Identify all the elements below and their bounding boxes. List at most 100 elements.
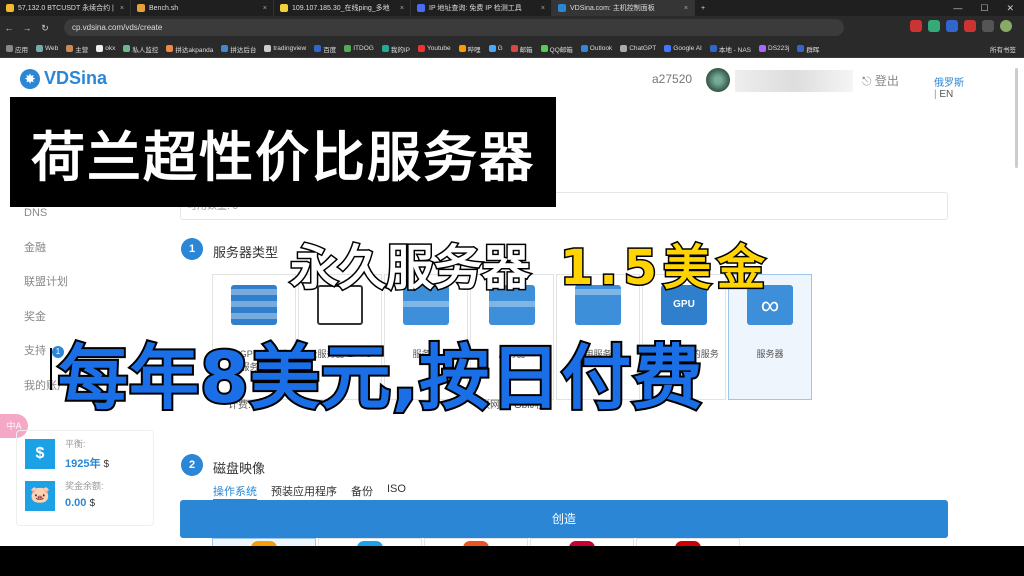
balance-amount: 1925年 xyxy=(65,458,101,470)
extension-icon[interactable] xyxy=(964,20,976,32)
browser-tab[interactable]: 109.107.185.30_在线ping_多地 × xyxy=(274,0,411,16)
os-card[interactable] xyxy=(530,538,634,546)
url-text: cp.vdsina.com/vds/create xyxy=(72,23,163,32)
brand-logo[interactable]: ✸ VDSina xyxy=(20,68,107,89)
sidebar-item-label: DNS xyxy=(24,207,48,219)
bookmark-label: 哔哩 xyxy=(467,46,481,54)
browser-tab-bar: 57,132.0 BTCUSDT 永续合约 | × Bench.sh × 109.1… xyxy=(0,0,1024,16)
bookmark-item[interactable]: 拼达akpanda xyxy=(166,44,213,54)
brand-name: VDSina xyxy=(44,68,108,88)
os-card[interactable] xyxy=(318,538,422,546)
tab-title: 57,132.0 BTCUSDT 永续合约 | xyxy=(18,5,114,12)
bookmark-item[interactable]: Web xyxy=(36,45,58,52)
os-card[interactable] xyxy=(212,538,316,546)
maximize-icon[interactable]: ☐ xyxy=(980,3,988,14)
tab-preinstalled-apps[interactable]: 预装应用程序 xyxy=(271,483,337,501)
tab-title: VDSina.com: 主机控制面板 xyxy=(570,5,655,12)
browser-tab-active[interactable]: VDSina.com: 主机控制面板 × xyxy=(552,0,695,16)
extension-icon[interactable] xyxy=(910,20,922,32)
close-icon[interactable]: × xyxy=(400,5,404,12)
forward-icon[interactable]: → xyxy=(18,23,36,33)
balance-value: 1925年 $ xyxy=(65,455,109,471)
browser-tab[interactable]: 57,132.0 BTCUSDT 永续合约 | × xyxy=(0,0,131,16)
tab-favicon xyxy=(137,4,145,12)
back-icon[interactable]: ← xyxy=(0,23,18,33)
bookmark-label: G xyxy=(497,45,503,52)
os-card[interactable] xyxy=(636,538,740,546)
bookmark-item[interactable]: 本地 - NAS xyxy=(709,44,751,54)
tab-title: Bench.sh xyxy=(149,4,179,12)
extension-icon[interactable] xyxy=(928,20,940,32)
bookmark-label: ITDOG xyxy=(353,45,374,52)
bookmark-item[interactable]: 群晖 xyxy=(797,44,819,54)
reload-icon[interactable]: ↻ xyxy=(36,23,54,34)
close-icon[interactable]: × xyxy=(120,5,124,12)
address-bar[interactable]: cp.vdsina.com/vds/create xyxy=(64,19,844,36)
profile-avatar[interactable] xyxy=(1000,20,1012,32)
tab-backup[interactable]: 备份 xyxy=(351,483,373,501)
all-bookmarks[interactable]: 所有书签 xyxy=(990,44,1024,54)
bookmark-label: 应用 xyxy=(15,46,28,54)
tab-os[interactable]: 操作系统 xyxy=(213,483,257,501)
close-icon[interactable]: × xyxy=(263,5,267,12)
dollar-icon: $ xyxy=(25,439,55,469)
sidebar-item-finance[interactable]: 金融 xyxy=(24,241,68,276)
yearly-price-overlay: 每年8美元,按日付费 xyxy=(56,335,704,421)
bookmark-item[interactable]: 邮箱 xyxy=(510,44,533,54)
browser-tab[interactable]: IP 地址查询: 免费 IP 检测工具 × xyxy=(411,0,552,16)
bookmark-item[interactable]: QQ邮箱 xyxy=(540,44,573,54)
extension-icon[interactable] xyxy=(982,20,994,32)
browser-toolbar: ← → ↻ cp.vdsina.com/vds/create xyxy=(0,16,1024,40)
logout-button[interactable]: ⎋ 登出 xyxy=(862,72,899,89)
close-icon[interactable]: × xyxy=(684,5,688,12)
lang-separator: | xyxy=(934,89,937,100)
close-icon[interactable]: × xyxy=(541,5,545,12)
tab-favicon xyxy=(280,4,288,12)
scrollbar-thumb[interactable] xyxy=(1015,68,1018,168)
bookmark-item[interactable]: Outlook xyxy=(580,45,612,52)
bookmark-label: QQ邮箱 xyxy=(549,46,573,54)
page-scrollbar[interactable] xyxy=(968,58,1024,546)
bookmark-item[interactable]: 主营 xyxy=(66,44,88,54)
disk-image-tabs: 操作系统 预装应用程序 备份 ISO xyxy=(213,483,406,501)
avatar[interactable] xyxy=(706,68,730,92)
new-tab-button[interactable]: + xyxy=(695,0,711,16)
bookmark-item[interactable]: 百度 xyxy=(314,44,336,54)
tab-favicon xyxy=(417,4,425,12)
bookmark-item[interactable]: DS223j xyxy=(759,45,789,52)
create-button[interactable]: 创造 xyxy=(180,500,948,538)
bookmark-icon xyxy=(344,45,352,52)
server-card-label: 服务器 xyxy=(756,349,784,359)
bookmark-item[interactable]: Youtube xyxy=(417,45,451,52)
piggy-bank-icon: 🐷 xyxy=(25,481,55,511)
bookmark-item[interactable]: 私人监控 xyxy=(123,44,158,54)
bookmark-label: okx xyxy=(105,45,116,52)
bookmark-item[interactable]: ITDOG xyxy=(344,45,374,52)
bookmark-item[interactable]: 哔哩 xyxy=(458,44,481,54)
bookmark-item[interactable]: ChatGPT xyxy=(620,45,656,52)
sidebar-item-affiliate[interactable]: 联盟计划 xyxy=(24,275,68,310)
extension-icon[interactable] xyxy=(946,20,958,32)
bookmark-item[interactable]: 拼达后台 xyxy=(221,44,256,54)
bookmark-icon xyxy=(314,45,322,52)
bookmark-item[interactable]: 应用 xyxy=(6,44,28,54)
tab-iso[interactable]: ISO xyxy=(387,483,406,501)
logo-icon: ✸ xyxy=(20,68,40,89)
bookmark-item[interactable]: 我的IP xyxy=(381,44,410,54)
bookmark-item[interactable]: G xyxy=(488,45,503,52)
server-stripe xyxy=(231,313,277,319)
close-window-icon[interactable]: ✕ xyxy=(1006,3,1014,14)
bookmark-item[interactable]: okx xyxy=(96,45,115,52)
balance-card: $ 平衡: 1925年 $ 🐷 奖金余额: 0.00 $ xyxy=(16,430,154,526)
os-card[interactable] xyxy=(424,538,528,546)
bookmark-item[interactable]: Google AI xyxy=(664,45,702,52)
browser-tab[interactable]: Bench.sh × xyxy=(131,0,274,16)
sidebar-item-dns[interactable]: DNS xyxy=(24,206,68,241)
lang-en[interactable]: EN xyxy=(939,89,953,100)
bookmark-icon xyxy=(664,45,672,52)
bookmark-label: 我的IP xyxy=(390,46,410,54)
lang-ru[interactable]: 俄罗斯 xyxy=(934,78,964,89)
bookmark-item[interactable]: tradingview xyxy=(264,45,306,52)
language-switcher: 俄罗斯 | EN xyxy=(934,74,968,100)
minimize-icon[interactable]: — xyxy=(953,3,962,13)
